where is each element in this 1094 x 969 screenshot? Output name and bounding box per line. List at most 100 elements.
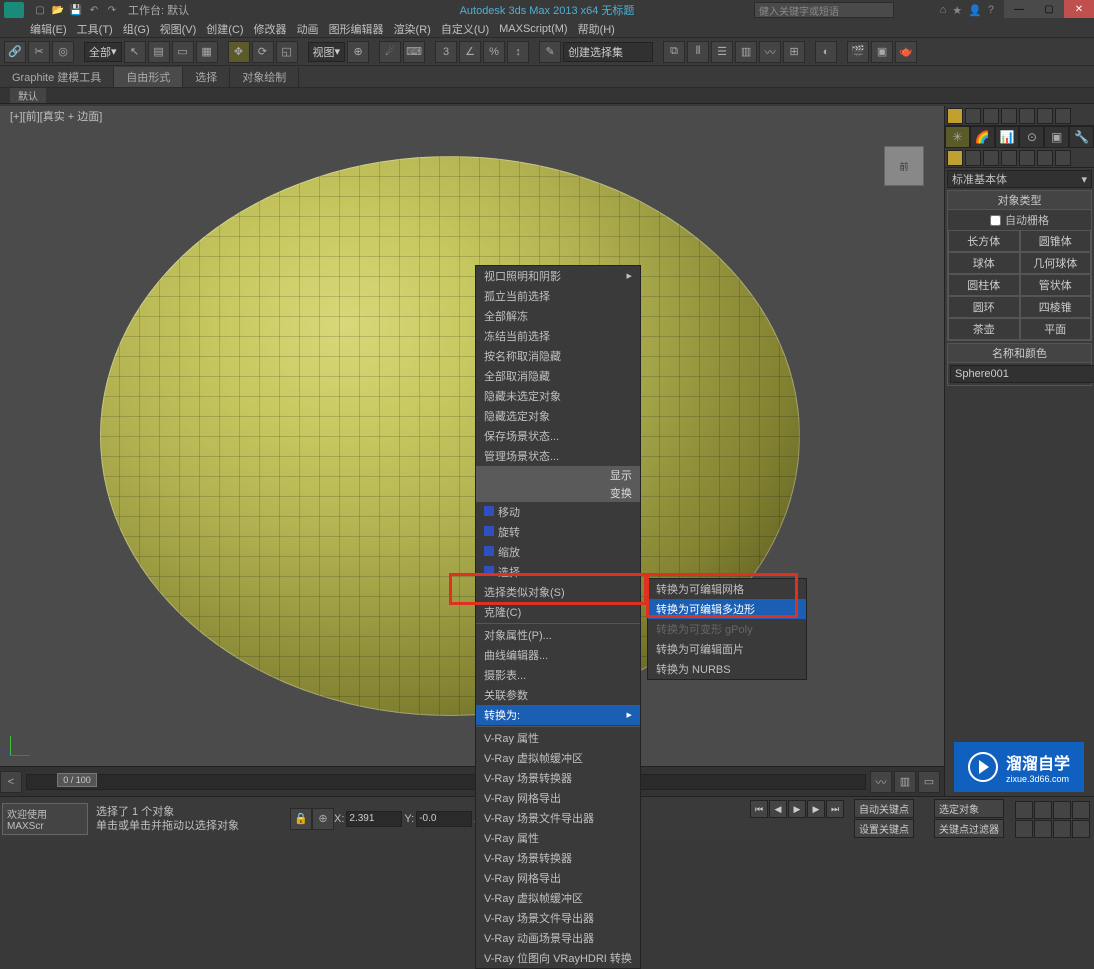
menu-views[interactable]: 视图(V) xyxy=(160,21,197,37)
percent-snap-icon[interactable]: % xyxy=(483,41,505,63)
redo-icon[interactable]: ↷ xyxy=(104,2,120,18)
cm-vray-vfb[interactable]: V-Ray 虚拟帧缓冲区 xyxy=(476,748,640,768)
cm-save-scene-state[interactable]: 保存场景状态... xyxy=(476,426,640,446)
app-logo-icon[interactable] xyxy=(4,2,24,18)
ref-coord-dropdown[interactable]: 视图 ▾ xyxy=(308,42,346,62)
select-object-icon[interactable]: ↖ xyxy=(124,41,146,63)
select-scale-icon[interactable]: ◱ xyxy=(276,41,298,63)
timeline-tag-icon[interactable]: ▭ xyxy=(918,771,940,793)
cm-select-similar[interactable]: 选择类似对象(S) xyxy=(476,582,640,602)
time-slider-handle[interactable]: 0 / 100 xyxy=(57,773,97,787)
default-tab[interactable]: 默认 xyxy=(10,88,46,103)
window-crossing-icon[interactable]: ▦ xyxy=(196,41,218,63)
cm-convert-to[interactable]: 转换为: xyxy=(476,705,640,725)
viewcube[interactable]: 前 xyxy=(884,146,924,186)
signin-icon[interactable]: 👤 xyxy=(968,4,982,17)
motion-tab-icon[interactable]: ⊙ xyxy=(1019,126,1044,148)
menu-create[interactable]: 创建(C) xyxy=(206,21,243,37)
timeline-mode-icon[interactable]: ▥ xyxy=(894,771,916,793)
menu-tools[interactable]: 工具(T) xyxy=(77,21,113,37)
coord-x-input[interactable] xyxy=(346,811,402,827)
mirror-icon[interactable]: ⧉ xyxy=(663,41,685,63)
ribbon-tab-modeling[interactable]: Graphite 建模工具 xyxy=(0,67,114,87)
cm-vray-anim-exporter[interactable]: V-Ray 动画场景导出器 xyxy=(476,928,640,948)
star-icon[interactable]: ★ xyxy=(952,4,962,17)
cm-curve-editor[interactable]: 曲线编辑器... xyxy=(476,645,640,665)
cm-viewport-lighting[interactable]: 视口照明和阴影 xyxy=(476,266,640,286)
graphite-toggle-icon[interactable]: ▥ xyxy=(735,41,757,63)
cm-vray-scene-exporter2[interactable]: V-Ray 场景文件导出器 xyxy=(476,908,640,928)
cm-vray-vfb2[interactable]: V-Ray 虚拟帧缓冲区 xyxy=(476,888,640,908)
close-button[interactable]: ✕ xyxy=(1064,0,1094,18)
cm-vray-mesh-export2[interactable]: V-Ray 网格导出 xyxy=(476,868,640,888)
create-tab-icon[interactable]: ✳ xyxy=(945,126,970,148)
select-move-icon[interactable]: ✥ xyxy=(228,41,250,63)
maximize-viewport-icon[interactable] xyxy=(1072,820,1090,838)
name-color-title[interactable]: 名称和颜色 xyxy=(948,344,1091,363)
schematic-view-icon[interactable]: ⊞ xyxy=(783,41,805,63)
help-search-input[interactable]: 健入关键字或短语 xyxy=(754,2,894,18)
cm-vray-properties2[interactable]: V-Ray 属性 xyxy=(476,828,640,848)
keyboard-shortcut-icon[interactable]: ⌨ xyxy=(403,41,425,63)
pivot-center-icon[interactable]: ⊕ xyxy=(347,41,369,63)
sm-editable-mesh[interactable]: 转换为可编辑网格 xyxy=(648,579,806,599)
material-editor-icon[interactable]: ◐ xyxy=(815,41,837,63)
hierarchy-tab-icon[interactable]: 📊 xyxy=(995,126,1020,148)
vp-icon-2[interactable] xyxy=(965,108,981,124)
torus-button[interactable]: 圆环 xyxy=(948,296,1020,318)
cm-vray-mesh-export[interactable]: V-Ray 网格导出 xyxy=(476,788,640,808)
cm-rotate[interactable]: 旋转 xyxy=(476,522,640,542)
manipulate-icon[interactable]: ☄ xyxy=(379,41,401,63)
cm-dope-sheet[interactable]: 摄影表... xyxy=(476,665,640,685)
vp-icon-5[interactable] xyxy=(1019,108,1035,124)
maximize-button[interactable]: ▢ xyxy=(1034,0,1064,18)
cm-unhide-by-name[interactable]: 按名称取消隐藏 xyxy=(476,346,640,366)
zoom-all-icon[interactable] xyxy=(1053,801,1071,819)
cm-manage-scene-states[interactable]: 管理场景状态... xyxy=(476,446,640,466)
vp-icon-3[interactable] xyxy=(983,108,999,124)
cm-freeze-selection[interactable]: 冻结当前选择 xyxy=(476,326,640,346)
sm-editable-patch[interactable]: 转换为可编辑面片 xyxy=(648,639,806,659)
maxscript-mini-listener[interactable]: 欢迎使用 MAXScr xyxy=(0,801,90,837)
cm-hide-unselected[interactable]: 隐藏未选定对象 xyxy=(476,386,640,406)
next-frame-icon[interactable]: ▶ xyxy=(807,800,825,818)
menu-customize[interactable]: 自定义(U) xyxy=(441,21,489,37)
infocenter-icon[interactable]: ⌂ xyxy=(940,4,947,17)
cm-isolate-selection[interactable]: 孤立当前选择 xyxy=(476,286,640,306)
shapes-cat-icon[interactable] xyxy=(965,150,981,166)
render-setup-icon[interactable]: 🎬 xyxy=(847,41,869,63)
zoom-extents-icon[interactable] xyxy=(1015,820,1033,838)
cm-select[interactable]: 选择 xyxy=(476,562,640,582)
menu-maxscript[interactable]: MAXScript(M) xyxy=(499,23,567,35)
render-production-icon[interactable]: 🫖 xyxy=(895,41,917,63)
geometry-cat-icon[interactable] xyxy=(947,150,963,166)
cm-wire-parameters[interactable]: 关联参数 xyxy=(476,685,640,705)
menu-animation[interactable]: 动画 xyxy=(297,21,319,37)
plane-button[interactable]: 平面 xyxy=(1020,318,1092,340)
layer-manager-icon[interactable]: ☰ xyxy=(711,41,733,63)
open-icon[interactable]: 📂 xyxy=(50,2,66,18)
tube-button[interactable]: 管状体 xyxy=(1020,274,1092,296)
angle-snap-icon[interactable]: ∠ xyxy=(459,41,481,63)
ribbon-tab-objectpaint[interactable]: 对象绘制 xyxy=(230,67,299,87)
menu-graph-editors[interactable]: 图形编辑器 xyxy=(329,21,384,37)
pyramid-button[interactable]: 四棱锥 xyxy=(1020,296,1092,318)
ribbon-tab-selection[interactable]: 选择 xyxy=(183,67,230,87)
spinner-snap-icon[interactable]: ↕ xyxy=(507,41,529,63)
cm-scale[interactable]: 缩放 xyxy=(476,542,640,562)
pan-icon[interactable] xyxy=(1015,801,1033,819)
lights-cat-icon[interactable] xyxy=(983,150,999,166)
sm-deformable-gpoly[interactable]: 转换为可变形 gPoly xyxy=(648,619,806,639)
cm-clone[interactable]: 克隆(C) xyxy=(476,602,640,622)
unlink-icon[interactable]: ✂ xyxy=(28,41,50,63)
goto-end-icon[interactable]: ⏭ xyxy=(826,800,844,818)
bind-icon[interactable]: ◎ xyxy=(52,41,74,63)
sphere-button[interactable]: 球体 xyxy=(948,252,1020,274)
edit-selection-set-icon[interactable]: ✎ xyxy=(539,41,561,63)
menu-rendering[interactable]: 渲染(R) xyxy=(394,21,431,37)
modify-tab-icon[interactable]: 🌈 xyxy=(970,126,995,148)
cm-vray-scene-converter2[interactable]: V-Ray 场景转换器 xyxy=(476,848,640,868)
object-type-title[interactable]: 对象类型 xyxy=(948,191,1091,210)
goto-start-icon[interactable]: ⏮ xyxy=(750,800,768,818)
box-button[interactable]: 长方体 xyxy=(948,230,1020,252)
